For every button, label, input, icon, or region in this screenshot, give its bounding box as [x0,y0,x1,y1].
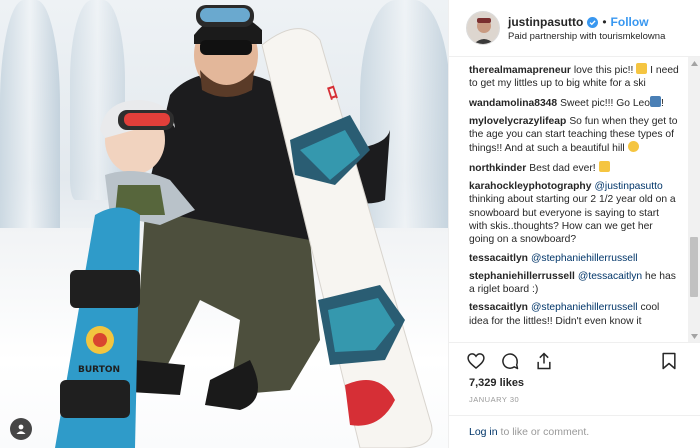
separator-dot: • [602,15,607,29]
comment-username[interactable]: wandamolina8348 [469,98,557,109]
comment-icon [502,353,519,370]
header-user-line: justinpasutto • Follow [508,15,649,29]
verified-badge-icon [587,16,599,28]
comment-username[interactable]: tessacaitlyn [469,302,528,313]
avatar-image [467,12,499,44]
comment-button[interactable] [500,351,520,371]
comment-item: therealmamapreneur love this pic!! I need… [469,63,679,91]
comment-text: thinking about starting our 2 1/2 year o… [469,194,676,246]
comment-username[interactable]: mylovelycrazylifeap [469,116,566,127]
save-button[interactable] [659,351,679,371]
partnership-label[interactable]: Paid partnership with tourismkelowna [508,31,665,42]
photo-scene: ﾛ BURTON [55,5,433,448]
login-link[interactable]: Log in [469,426,498,438]
username-link[interactable]: justinpasutto [508,15,583,29]
love-eyes-emoji-icon [636,63,648,74]
scroll-down-arrow-icon[interactable] [688,330,700,342]
like-button[interactable] [466,351,486,371]
action-icon-row [466,351,554,371]
board-brand-text: BURTON [78,365,120,375]
user-tag-button[interactable] [10,418,32,440]
comment-text: love this pic!! [573,65,634,76]
love-eyes-emoji-icon [598,160,610,172]
share-button[interactable] [534,351,554,371]
comment-item: tessacaitlyn @stephaniehillerrussell cool… [469,301,679,328]
post-photo[interactable]: ﾛ BURTON [0,0,448,448]
comment-mention[interactable]: @stephaniehillerrussell [531,253,638,264]
heart-icon [467,353,485,370]
comment-username[interactable]: stephaniehillerrussell [469,271,575,282]
avatar[interactable] [466,11,500,45]
comment-item: karahockleyphotography @justinpasutto thi… [469,180,679,246]
comment-text: Sweet pic!!! Go Leo [560,97,651,109]
post-actions: 7,329 likes JANUARY 30 Log in to like or… [449,342,700,448]
comment-username[interactable]: therealmamapreneur [469,65,571,76]
comment-text: Best dad ever! [529,162,596,174]
comment-item: mylovelycrazylifeap So fun when they get … [469,115,679,156]
comment-mention[interactable]: @tessacaitlyn [578,271,642,282]
comments-scrollbar[interactable] [688,57,700,342]
comment-username[interactable]: karahockleyphotography [469,181,591,192]
share-icon [537,352,551,370]
snowboarder-emoji-icon [650,95,662,107]
post-header: justinpasutto • Follow Paid partnership … [449,0,700,57]
comment-item: northkinder Best dad ever! [469,160,679,175]
bookmark-icon [662,352,676,370]
scroll-up-arrow-icon[interactable] [688,57,700,69]
comment-text: ! [661,97,664,109]
login-prompt: Log in to like or comment. [449,415,700,448]
comment-username[interactable]: northkinder [469,163,526,174]
follow-button[interactable]: Follow [611,15,649,29]
post-date[interactable]: JANUARY 30 [469,395,519,404]
comment-item: wandamolina8348 Sweet pic!!! Go Leo! [469,95,679,110]
comment-mention[interactable]: @justinpasutto [594,181,662,192]
scrollbar-thumb[interactable] [690,237,698,297]
comment-item: tessacaitlyn @stephaniehillerrussell [469,252,679,265]
comment-item: stephaniehillerrussell @tessacaitlyn he h… [469,270,679,297]
smile-emoji-icon [627,141,639,153]
comment-list: therealmamapreneur love this pic!! I need… [449,57,689,342]
user-tag-icon [16,424,26,434]
comment-username[interactable]: tessacaitlyn [469,253,528,264]
login-prompt-text: to like or comment. [497,426,590,438]
post-side-panel: justinpasutto • Follow Paid partnership … [448,0,700,448]
likes-count[interactable]: 7,329 likes [469,377,524,389]
comment-mention[interactable]: @stephaniehillerrussell [531,302,638,313]
